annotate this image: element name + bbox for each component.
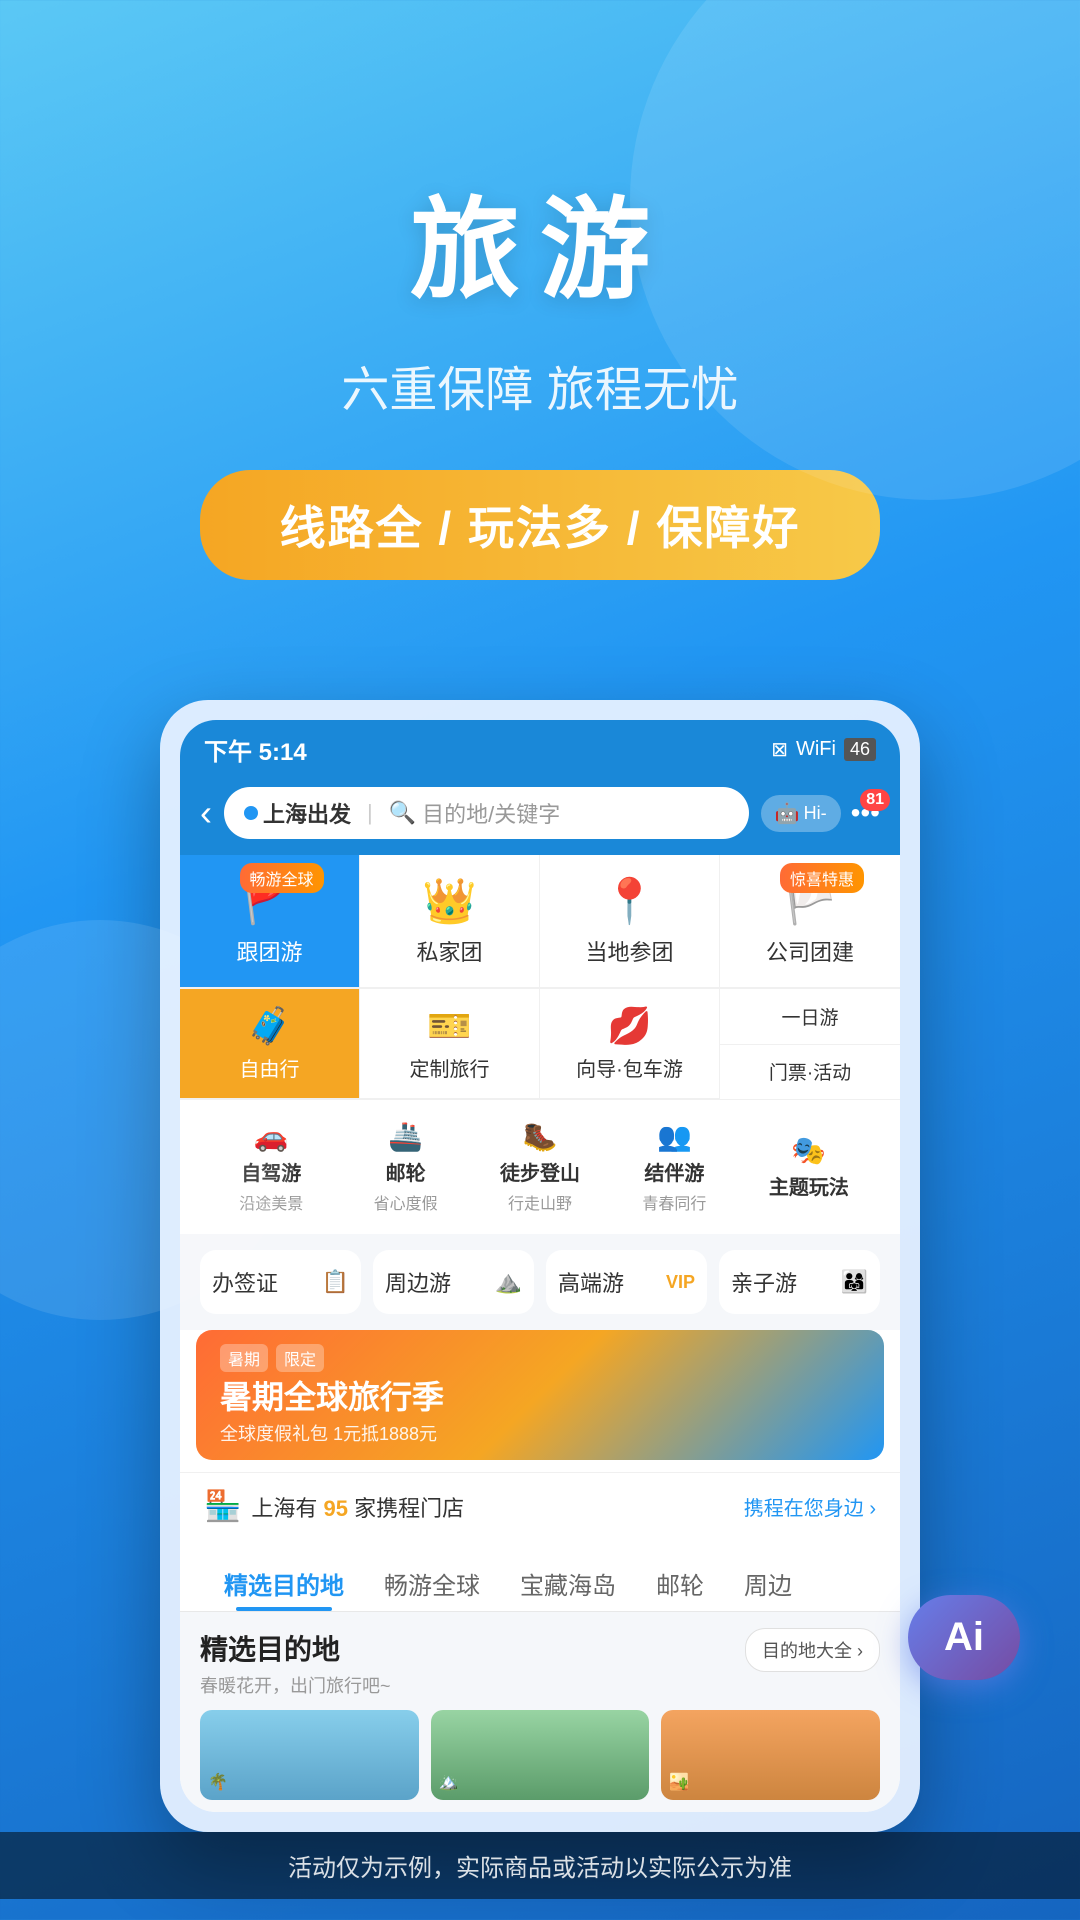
tab-island[interactable]: 宝藏海岛	[500, 1556, 636, 1611]
tab-nearby[interactable]: 周边	[724, 1556, 812, 1611]
menu-ticket-activity[interactable]: 门票·活动	[720, 1045, 900, 1100]
local-tour-label: 当地参团	[585, 935, 673, 967]
nav-icons: 🤖 Hi- ••• 81	[761, 795, 880, 832]
local-tour-icon: 📍	[602, 875, 657, 927]
service-theme[interactable]: 🎭 主题玩法	[742, 1134, 876, 1200]
phone-mockup: 下午 5:14 ⊠ WiFi 46 ‹ 上海出发 | 🔍	[160, 700, 920, 1832]
menu-oneday-tour[interactable]: 一日游	[720, 989, 900, 1045]
destination-cards: 🌴 🏔️ 🏜️	[200, 1710, 880, 1800]
status-bar: 下午 5:14 ⊠ WiFi 46	[180, 720, 900, 775]
tab-cruise[interactable]: 邮轮	[636, 1556, 724, 1611]
status-icons: ⊠ WiFi 46	[771, 737, 876, 762]
store-row: 🏪 上海有 95 家携程门店 携程在您身边 ›	[180, 1472, 900, 1540]
back-button[interactable]: ‹	[200, 792, 212, 834]
search-icon: 🔍	[389, 800, 416, 826]
tab-global[interactable]: 畅游全球	[364, 1556, 500, 1611]
tab-bar: 精选目的地 畅游全球 宝藏海岛 邮轮 周边	[180, 1540, 900, 1612]
section-subtitle: 春暖花开，出门旅行吧~	[200, 1672, 391, 1698]
wifi-icon: WiFi	[796, 738, 836, 761]
store-link[interactable]: 携程在您身边 ›	[744, 1492, 876, 1521]
top-menu-grid: 畅游全球 🚩 跟团游 👑 私家团 📍 当地参团 惊喜特惠 🏳️ 公司团建	[180, 855, 900, 988]
hi-button[interactable]: 🤖 Hi-	[761, 795, 841, 832]
private-tour-label: 私家团	[416, 935, 482, 967]
quick-link-nearby[interactable]: 周边游 ⛰️	[373, 1250, 534, 1314]
robot-icon: 🤖	[775, 801, 800, 826]
nearby-icon: ⛰️	[495, 1269, 522, 1295]
disclaimer-text: 活动仅为示例，实际商品或活动以实际公示为准	[0, 1832, 1080, 1899]
location-dot-icon	[244, 806, 258, 820]
visa-icon: 📋	[322, 1269, 349, 1295]
free-travel-icon: 🧳	[247, 1005, 292, 1047]
dest-card-2[interactable]: 🏔️	[431, 1710, 650, 1800]
store-icon: 🏪	[204, 1489, 241, 1524]
menu-guide-car[interactable]: 💋 向导·包车游	[540, 989, 720, 1099]
cruise-icon: 🚢	[388, 1120, 423, 1153]
promo-banner[interactable]: 暑期 限定 暑期全球旅行季 全球度假礼包 1元抵1888元	[196, 1330, 884, 1460]
departure-location[interactable]: 上海出发	[244, 797, 351, 829]
battery-icon: 46	[844, 738, 876, 761]
more-button[interactable]: ••• 81	[851, 797, 880, 829]
tab-selected-dest[interactable]: 精选目的地	[204, 1556, 364, 1611]
nav-bar: ‹ 上海出发 | 🔍 目的地/关键字 🤖 Hi-	[180, 775, 900, 855]
search-bar[interactable]: 上海出发 | 🔍 目的地/关键字	[224, 787, 749, 839]
menu-private-tour[interactable]: 👑 私家团	[360, 855, 540, 988]
hero-badge: 线路全 / 玩法多 / 保障好	[200, 470, 881, 580]
group-tour-badge: 畅游全球	[240, 863, 324, 893]
service-hiking[interactable]: 🥾 徒步登山 行走山野	[473, 1120, 607, 1214]
section-title: 精选目的地	[200, 1628, 391, 1668]
second-menu-grid: 🧳 自由行 🎫 定制旅行 💋 向导·包车游 一日游 门票·活动	[180, 988, 900, 1099]
menu-custom-travel[interactable]: 🎫 定制旅行	[360, 989, 540, 1099]
group-tour-label: 跟团游	[236, 935, 302, 967]
companion-icon: 👥	[657, 1120, 692, 1153]
service-cruise[interactable]: 🚢 邮轮 省心度假	[338, 1120, 472, 1214]
private-tour-icon: 👑	[422, 875, 477, 927]
status-time: 下午 5:14	[204, 732, 307, 767]
quick-links-section: 办签证 📋 周边游 ⛰️ 高端游 VIP 亲子游 👨‍👩‍👧	[180, 1234, 900, 1330]
company-tour-label: 公司团建	[766, 935, 854, 967]
right-mini-menu: 一日游 门票·活动	[720, 989, 900, 1099]
menu-free-travel[interactable]: 🧳 自由行	[180, 989, 360, 1099]
service-companion[interactable]: 👥 结伴游 青春同行	[607, 1120, 741, 1214]
see-all-button[interactable]: 目的地大全 ›	[745, 1628, 880, 1672]
notification-badge: 81	[860, 789, 890, 811]
hiking-icon: 🥾	[523, 1120, 558, 1153]
dest-card-3[interactable]: 🏜️	[661, 1710, 880, 1800]
phone-screen: 下午 5:14 ⊠ WiFi 46 ‹ 上海出发 | 🔍	[180, 720, 900, 1812]
company-tour-badge: 惊喜特惠	[780, 863, 864, 893]
theme-icon: 🎭	[791, 1134, 826, 1167]
custom-travel-icon: 🎫	[427, 1005, 472, 1047]
selected-section: 精选目的地 春暖花开，出门旅行吧~ 目的地大全 › 🌴 🏔️ 🏜️	[180, 1612, 900, 1812]
family-icon: 👨‍👩‍👧	[841, 1269, 868, 1295]
vip-icon: VIP	[666, 1272, 695, 1293]
banner-title: 暑期全球旅行季	[220, 1378, 444, 1416]
banner-sub: 全球度假礼包 1元抵1888元	[220, 1420, 444, 1446]
guide-icon: 💋	[607, 1005, 652, 1047]
search-placeholder[interactable]: 🔍 目的地/关键字	[389, 797, 561, 829]
dest-card-1[interactable]: 🌴	[200, 1710, 419, 1800]
quick-link-family[interactable]: 亲子游 👨‍👩‍👧	[719, 1250, 880, 1314]
signal-icon: ⊠	[771, 737, 788, 762]
ai-button[interactable]: Ai	[908, 1595, 1020, 1680]
quick-link-luxury[interactable]: 高端游 VIP	[546, 1250, 707, 1314]
menu-local-tour[interactable]: 📍 当地参团	[540, 855, 720, 988]
menu-group-tour[interactable]: 畅游全球 🚩 跟团游	[180, 855, 360, 988]
menu-company-tour[interactable]: 惊喜特惠 🏳️ 公司团建	[720, 855, 900, 988]
